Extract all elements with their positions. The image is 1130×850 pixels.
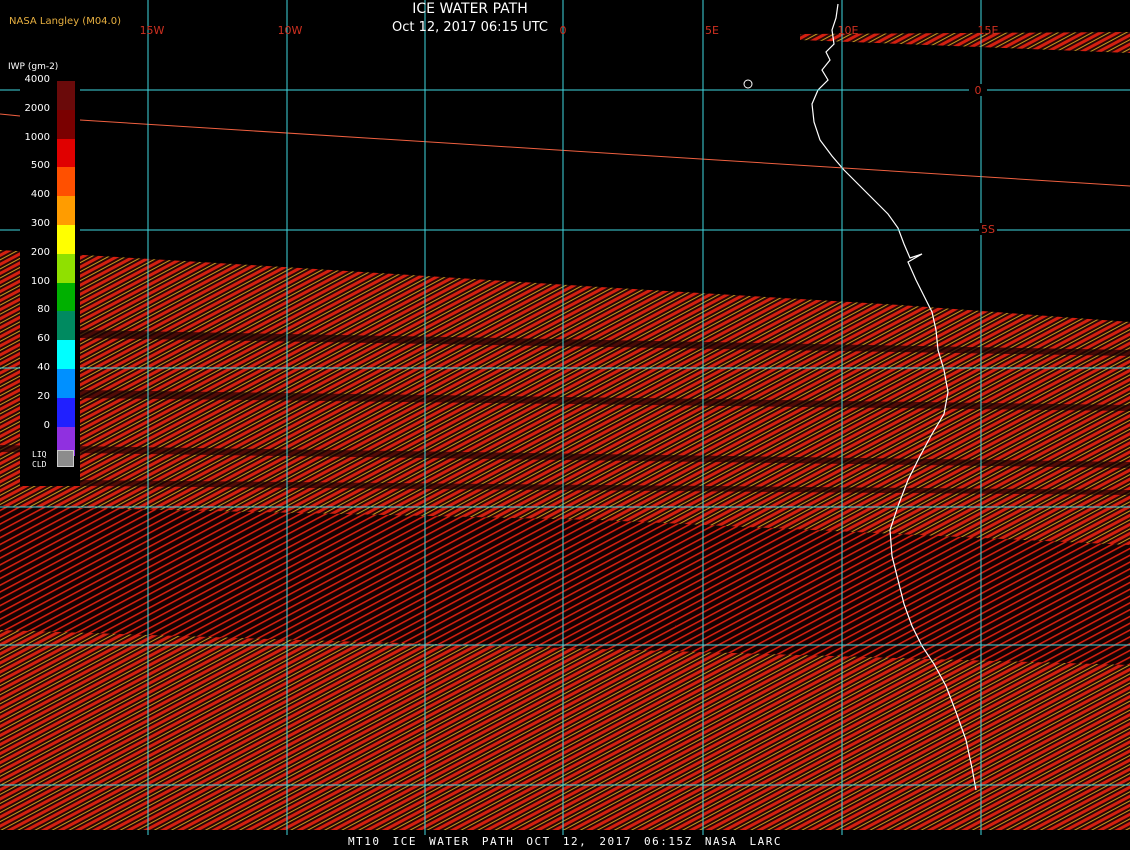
legend-label: 0 [43,419,50,431]
legend-swatch [57,397,75,428]
legend-label: 40 [37,362,50,373]
legend-swatch [57,138,75,168]
legend-swatch [57,196,75,226]
page-title: ICE WATER PATH [412,1,528,17]
legend-label: 4000 [24,74,50,85]
legend-swatch [57,109,75,140]
liq-cld-swatch [57,450,74,467]
legend-label: 20 [37,390,50,402]
legend-unit: IWP (gm-2) [8,62,59,72]
liq-cld-label: LIQ CLD [32,450,46,470]
latitude-label: 0 [975,84,982,97]
legend-swatch [57,225,75,255]
legend-label: 200 [30,246,50,258]
legend-swatch [57,311,75,341]
legend-swatch [57,340,75,370]
legend-swatch [57,253,75,284]
legend-swatch [57,167,75,197]
legend-label: 100 [30,275,50,287]
satellite-map: 15W 10W 0 5E 10E 15E05S [0,0,1130,850]
latitude-label: 5S [981,223,995,236]
liq-cld-label-line: LIQ [32,450,47,459]
legend-label: 80 [37,304,50,316]
timestamp: Oct 12, 2017 06:15 UTC [392,20,548,35]
legend-label: 60 [37,333,50,345]
legend-label: 300 [30,218,50,229]
legend-swatch [57,369,75,399]
source-label: NASA Langley (M04.0) [9,16,121,27]
legend-swatch [57,282,75,312]
legend-label: 400 [30,189,50,201]
legend-swatch [57,81,75,111]
longitude-label: 15E [978,24,999,37]
color-legend: 4000 2000 1000 500 400 300 200 100 80 60 40 20 0 LIQ… [20,74,80,486]
legend-label: 2000 [24,102,50,114]
legend-label: 1000 [24,131,50,143]
footer-caption: MT10 ICE WATER PATH OCT 12, 2017 06:15Z … [0,835,1130,850]
liq-cld-label-line: CLD [32,460,47,469]
legend-label: 500 [30,160,50,172]
